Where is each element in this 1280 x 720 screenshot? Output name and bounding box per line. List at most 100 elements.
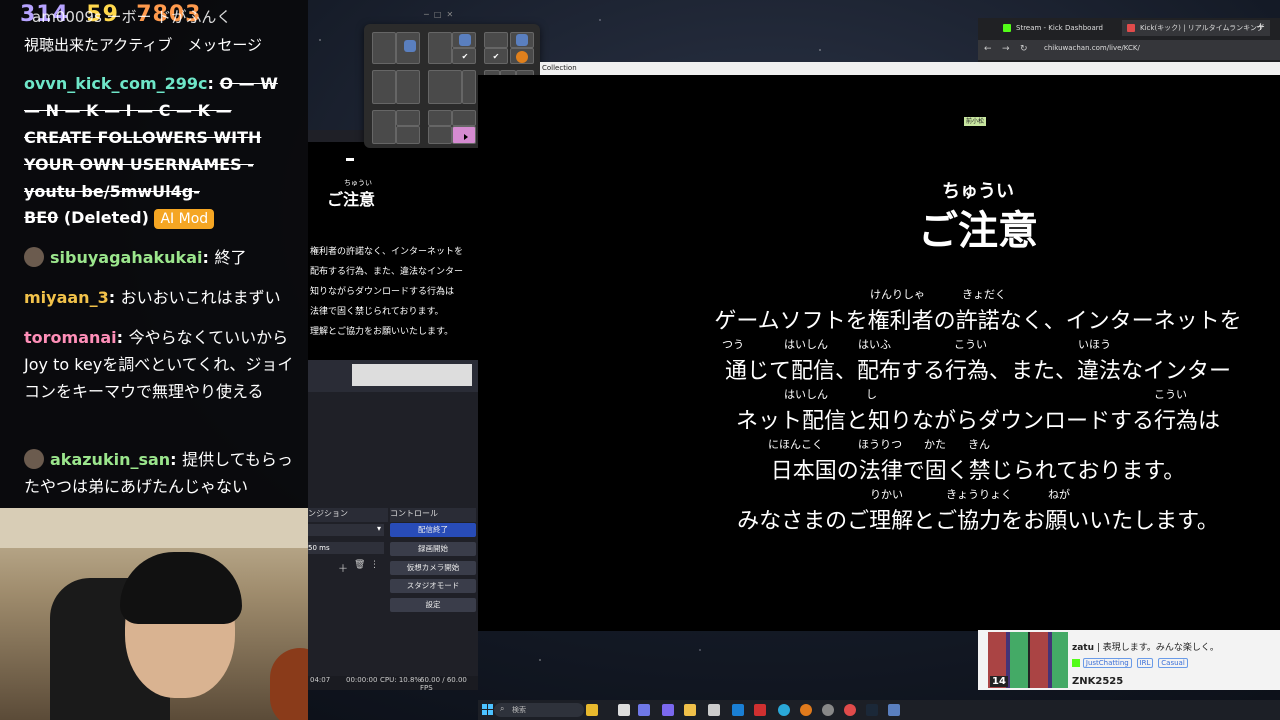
app-icon[interactable] — [586, 704, 598, 716]
rec-time: 00:00:00 — [346, 676, 378, 684]
app-icon[interactable] — [638, 704, 650, 716]
chat-username[interactable]: BE0 — [24, 208, 58, 227]
snap-zone[interactable] — [428, 126, 452, 144]
app-icon[interactable] — [800, 704, 812, 716]
steam-icon: ✔ — [461, 52, 469, 61]
teams-icon[interactable] — [662, 704, 674, 716]
snap-zone[interactable] — [396, 70, 420, 104]
app-icon[interactable] — [888, 704, 900, 716]
transitions-header: ンジション — [308, 508, 388, 522]
notice-line: ゲームソフトを権利者の許諾なく、インターネットを — [714, 309, 1242, 334]
tab-kick-dashboard[interactable]: Stream - Kick Dashboard ✕ — [998, 20, 1136, 36]
taskbar: 検索 ⌕ — [478, 700, 1280, 720]
window-title-bar[interactable]: Collection — [540, 62, 1280, 75]
window-controls[interactable]: ─ □ ✕ — [424, 10, 453, 19]
chat-username[interactable]: ovvn_kick_com_299c — [24, 74, 208, 93]
mini-line: 配布する行為、また、違法なインター — [310, 267, 464, 277]
snap-zone[interactable] — [462, 70, 476, 104]
snap-zone[interactable] — [428, 32, 452, 64]
edge-icon[interactable] — [778, 704, 790, 716]
reload-icon[interactable]: ↻ — [1020, 44, 1028, 54]
url-field[interactable]: chikuwachan.com/live/KCK/ — [1044, 44, 1140, 52]
tag[interactable]: IRL — [1136, 658, 1154, 668]
app-icon[interactable] — [708, 704, 720, 716]
tab-label: Stream - Kick Dashboard — [1016, 24, 1103, 32]
cursor-icon — [464, 134, 468, 140]
ruby: きん — [968, 438, 990, 451]
ruby: けんりしゃ — [870, 288, 925, 301]
virtual-camera-button[interactable]: 仮想カメラ開始 — [390, 561, 476, 575]
taskbar-search[interactable]: 検索 — [494, 703, 584, 717]
snap-zone[interactable] — [372, 32, 396, 64]
user-avatar-icon — [24, 448, 44, 469]
chat-message: ovvn_kick_com_299c: O — W — N — K — I — … — [24, 74, 278, 201]
chrome-icon[interactable] — [844, 704, 856, 716]
app-icon[interactable] — [754, 704, 766, 716]
start-recording-button[interactable]: 録画開始 — [390, 542, 476, 556]
controls-header: コントロール — [390, 508, 476, 522]
ruby: はいしん — [784, 388, 828, 401]
chat-message: miyaan_3: おいおいこれはまずい — [24, 288, 281, 307]
streamer-row[interactable]: zatu | 表現します。みんな楽しく。 — [1072, 640, 1219, 653]
tag[interactable]: JustChatting — [1082, 658, 1132, 668]
chat-username[interactable]: sibuyagahakukai — [50, 248, 202, 267]
rank-number: 14 — [990, 676, 1008, 687]
add-icon[interactable]: ＋ — [338, 560, 348, 575]
notice-line: みなさまのご理解とご協力をお願いいたします。 — [737, 509, 1219, 534]
webcam-background — [0, 508, 308, 548]
folder-icon[interactable] — [684, 704, 696, 716]
tab-kick-ranking[interactable]: Kick(キック) | リアルタイムランキング — [1122, 20, 1270, 36]
settings-button[interactable]: 設定 — [390, 598, 476, 612]
chat-overlay: 314 59 7803 am0009s ーボー ドがふんく 視聴出来たアクティブ… — [0, 0, 308, 508]
mini-line: 権利者の許諾なく、インターネットを — [310, 247, 464, 257]
ruby: はいふ — [858, 338, 891, 351]
chat-text: 終了 — [214, 248, 247, 267]
snap-zone[interactable] — [452, 110, 476, 126]
app-icon — [516, 34, 528, 46]
stop-stream-button[interactable]: 配信終了 — [390, 523, 476, 537]
ruby: つう — [722, 338, 744, 351]
next-streamer[interactable]: ZNK2525 — [1072, 676, 1123, 687]
chat-username[interactable]: akazukin_san — [50, 450, 170, 469]
snap-zone[interactable] — [372, 70, 396, 104]
back-icon[interactable]: ← — [984, 44, 992, 54]
snap-zone[interactable] — [396, 126, 420, 144]
steam-icon[interactable] — [866, 704, 878, 716]
ai-mod-badge: AI Mod — [154, 209, 215, 229]
mail-icon[interactable] — [732, 704, 744, 716]
ruby: こうい — [1154, 388, 1187, 401]
preview-marker — [346, 158, 354, 161]
tab-label: Kick(キック) | リアルタイムランキング — [1140, 24, 1264, 32]
app-icon[interactable] — [822, 704, 834, 716]
snap-zone[interactable] — [428, 70, 462, 104]
notice-line: 通じて配信、配布する行為、また、違法なインター — [724, 359, 1231, 384]
chat-message: akazukin_san: 提供してもらったやつは弟にあげたんじゃない — [24, 448, 293, 496]
snap-zone[interactable] — [396, 110, 420, 126]
studio-mode-button[interactable]: スタジオモード — [390, 579, 476, 593]
app-icon — [404, 40, 416, 52]
snap-zone[interactable] — [372, 110, 396, 144]
ruby: ねが — [1048, 488, 1070, 501]
ruby: にほんこく — [768, 438, 823, 451]
more-icon[interactable]: ⋮ — [370, 560, 379, 570]
windows-start-icon[interactable] — [482, 704, 494, 716]
new-tab-icon[interactable]: + — [1256, 20, 1265, 33]
task-view-icon[interactable] — [618, 704, 630, 716]
trash-icon[interactable]: 🗑 — [354, 560, 365, 570]
duration-field[interactable]: 50 ms — [308, 542, 384, 554]
chat-username[interactable]: miyaan_3 — [24, 288, 109, 307]
chevron-down-icon: ▾ — [376, 524, 381, 533]
obs-preview[interactable]: ちゅうい ご注意 権利者の許諾なく、インターネットを 配布する行為、また、違法な… — [308, 142, 478, 370]
transition-select[interactable]: ▾ — [308, 524, 384, 536]
overlay-badge: 前小松 — [964, 117, 986, 126]
chat-username[interactable]: toromanai — [24, 328, 117, 347]
cpu-usage: CPU: 10.8% — [380, 676, 422, 684]
favicon — [1127, 24, 1135, 32]
tag-row: JustChatting IRL Casual — [1072, 658, 1190, 668]
snap-zone[interactable] — [484, 32, 508, 48]
forward-icon[interactable]: → — [1002, 44, 1010, 54]
chat-header-text: 視聴出来たアクティブ メッセージ — [24, 36, 263, 54]
tag[interactable]: Casual — [1158, 658, 1188, 668]
snap-zone[interactable] — [428, 110, 452, 126]
scene-thumbnail[interactable] — [352, 364, 472, 386]
